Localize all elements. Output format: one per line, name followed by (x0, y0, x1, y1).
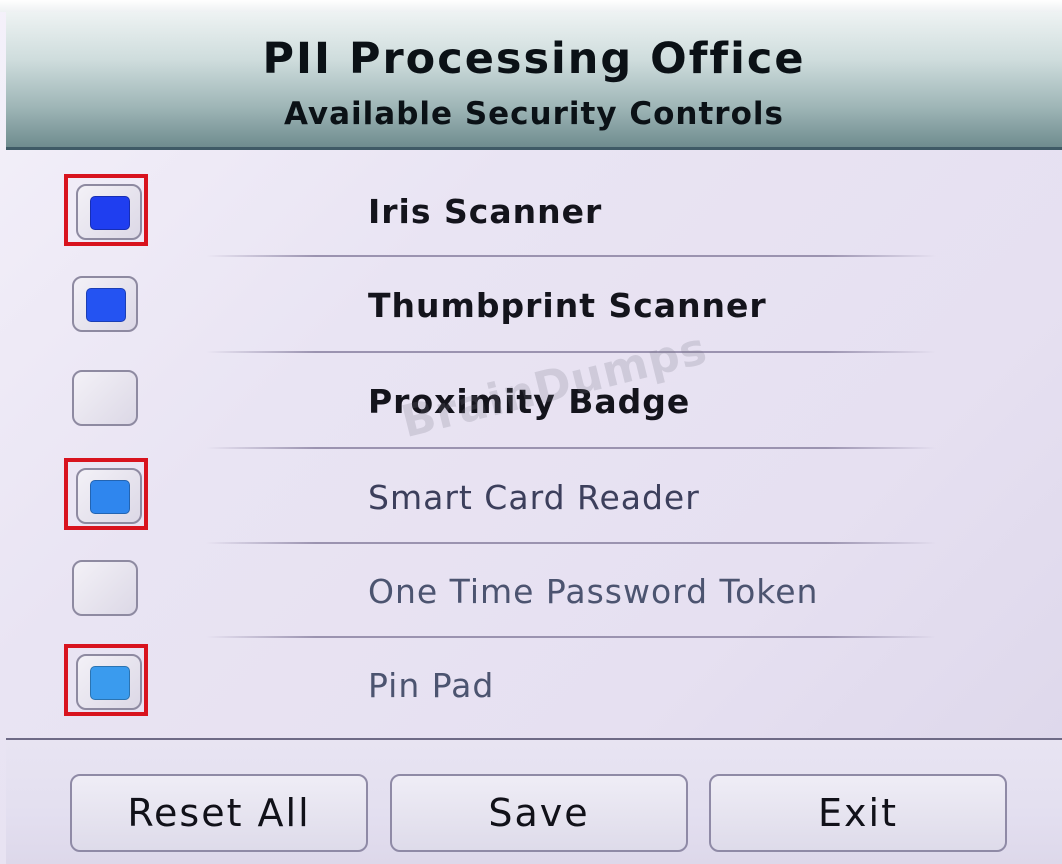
control-row-pin-pad[interactable]: Pin Pad (6, 628, 1062, 723)
page-subtitle: Available Security Controls (284, 96, 784, 132)
checkbox-wrap (64, 270, 148, 342)
control-row-thumbprint-scanner[interactable]: Thumbprint Scanner (6, 246, 1062, 341)
one-time-password-token-checkbox[interactable] (72, 560, 138, 616)
control-label: One Time Password Token (368, 572, 819, 611)
pin-pad-checkbox[interactable] (76, 654, 142, 710)
control-label: Thumbprint Scanner (368, 286, 767, 325)
control-row-proximity-badge[interactable]: Proximity Badge (6, 342, 1062, 437)
highlight-box (64, 174, 148, 246)
controls-list: Iris Scanner Thumbprint Scanner Proximit… (6, 150, 1062, 736)
reset-all-button[interactable]: Reset All (70, 774, 368, 852)
control-label: Iris Scanner (368, 192, 603, 231)
checkbox-checked-fill (86, 288, 126, 322)
highlight-box (64, 644, 148, 716)
header: PII Processing Office Available Security… (6, 12, 1062, 150)
control-label: Pin Pad (368, 666, 495, 705)
iris-scanner-checkbox[interactable] (76, 184, 142, 240)
exit-button[interactable]: Exit (709, 774, 1007, 852)
proximity-badge-checkbox[interactable] (72, 370, 138, 426)
control-row-iris-scanner[interactable]: Iris Scanner (6, 150, 1062, 246)
checkbox-wrap (64, 364, 148, 436)
top-band (0, 0, 1062, 12)
smart-card-reader-checkbox[interactable] (76, 468, 142, 524)
checkbox-wrap (64, 554, 148, 626)
control-label: Smart Card Reader (368, 478, 700, 517)
control-row-smart-card-reader[interactable]: Smart Card Reader (6, 438, 1062, 533)
checkbox-checked-fill (90, 666, 130, 700)
button-bar: Reset All Save Exit (6, 738, 1062, 864)
security-controls-screen: PII Processing Office Available Security… (0, 0, 1062, 864)
page-title: PII Processing Office (262, 34, 806, 84)
thumbprint-scanner-checkbox[interactable] (72, 276, 138, 332)
highlight-box (64, 458, 148, 530)
checkbox-checked-fill (90, 480, 130, 514)
control-row-one-time-password-token[interactable]: One Time Password Token (6, 534, 1062, 629)
control-label: Proximity Badge (368, 382, 691, 421)
save-button[interactable]: Save (390, 774, 688, 852)
checkbox-checked-fill (90, 196, 130, 230)
